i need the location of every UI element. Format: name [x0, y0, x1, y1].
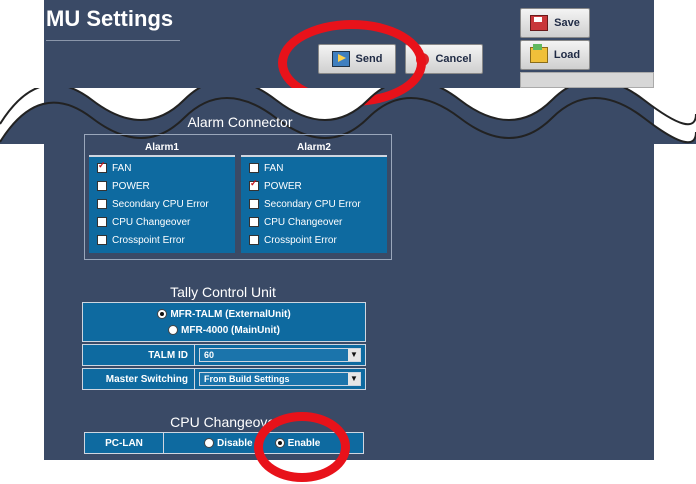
alarm2-list: FAN POWER Secondary CPU Error CPU Changeove… [241, 157, 387, 253]
master-switching-row: Master Switching From Build Settings ▼ [82, 368, 366, 390]
talm-id-select[interactable]: 60 ▼ [199, 348, 361, 362]
title-underline [46, 40, 180, 41]
tally-unit-radio-group: MFR-TALM (ExternalUnit) MFR-4000 (MainUn… [82, 302, 366, 342]
checkbox[interactable] [249, 217, 259, 227]
pc-lan-label: PC-LAN [85, 433, 164, 453]
talm-id-value: 60 [204, 350, 215, 360]
checkbox[interactable] [249, 199, 259, 209]
radio-option-mfr-talm[interactable]: MFR-TALM (ExternalUnit) [157, 306, 291, 322]
radio-option-disable[interactable]: Disable [204, 435, 253, 451]
alarm2-item[interactable]: FAN [241, 159, 387, 177]
alarm1-item[interactable]: POWER [89, 177, 235, 195]
checkbox-label: FAN [264, 162, 284, 174]
checkbox-label: Crosspoint Error [264, 234, 337, 246]
alarm1-header: Alarm1 [89, 141, 235, 157]
master-switching-label: Master Switching [83, 369, 195, 389]
alarm1-item[interactable]: FAN [89, 159, 235, 177]
checkbox-label: CPU Changeover [112, 216, 191, 228]
status-bar [520, 72, 654, 88]
alarm1-item[interactable]: Secondary CPU Error [89, 195, 235, 213]
alarm2-item[interactable]: CPU Changeover [241, 213, 387, 231]
radio-label: MFR-TALM (ExternalUnit) [170, 308, 291, 320]
save-button-label: Save [554, 17, 580, 29]
tally-control-title: Tally Control Unit [170, 284, 276, 300]
checkbox[interactable] [249, 235, 259, 245]
highlight-ring-enable [254, 412, 350, 482]
alarm2-item[interactable]: Secondary CPU Error [241, 195, 387, 213]
checkbox[interactable] [97, 217, 107, 227]
radio-button[interactable] [157, 309, 168, 319]
radio-button[interactable] [204, 438, 214, 448]
page-title: MU Settings [46, 6, 174, 31]
checkbox[interactable] [97, 181, 107, 191]
alarm-connector-group: Alarm1 FAN POWER Secondary CPU Error CPU Ch… [84, 134, 392, 260]
checkbox-label: Secondary CPU Error [112, 198, 209, 210]
alarm2-item[interactable]: Crosspoint Error [241, 231, 387, 249]
checkbox-label: Secondary CPU Error [264, 198, 361, 210]
talm-id-row: TALM ID 60 ▼ [82, 344, 366, 366]
checkbox[interactable] [97, 235, 107, 245]
talm-id-cell: 60 ▼ [195, 345, 365, 365]
alarm2-header: Alarm2 [241, 141, 387, 157]
radio-label: Disable [217, 437, 253, 449]
cancel-button-label: Cancel [435, 53, 472, 65]
talm-id-label: TALM ID [83, 345, 195, 365]
tally-control-table: MFR-TALM (ExternalUnit) MFR-4000 (MainUn… [82, 302, 366, 392]
radio-button[interactable] [168, 325, 179, 335]
folder-icon [529, 44, 548, 63]
alarm1-item[interactable]: Crosspoint Error [89, 231, 235, 249]
chevron-down-icon[interactable]: ▼ [348, 349, 360, 361]
radio-option-mfr-4000[interactable]: MFR-4000 (MainUnit) [168, 322, 280, 338]
save-button[interactable]: Save [520, 8, 590, 38]
chevron-down-icon[interactable]: ▼ [348, 373, 360, 385]
checkbox-label: Crosspoint Error [112, 234, 185, 246]
alarm2-item[interactable]: POWER [241, 177, 387, 195]
alarm2-column: Alarm2 FAN POWER Secondary CPU Error CPU Ch… [241, 141, 387, 253]
checkbox-label: FAN [112, 162, 132, 174]
load-button[interactable]: Load [520, 40, 590, 70]
save-icon [530, 15, 549, 31]
master-switching-select[interactable]: From Build Settings ▼ [199, 372, 361, 386]
alarm1-item[interactable]: CPU Changeover [89, 213, 235, 231]
master-switching-cell: From Build Settings ▼ [195, 369, 365, 389]
checkbox-label: POWER [264, 180, 302, 192]
checkbox-label: POWER [112, 180, 150, 192]
alarm1-column: Alarm1 FAN POWER Secondary CPU Error CPU Ch… [89, 141, 235, 253]
alarm-connector-title: Alarm Connector [187, 114, 293, 130]
master-switching-value: From Build Settings [204, 374, 290, 384]
alarm1-list: FAN POWER Secondary CPU Error CPU Changeove… [89, 157, 235, 253]
load-button-label: Load [553, 49, 581, 61]
checkbox[interactable] [249, 163, 259, 173]
checkbox[interactable] [97, 199, 107, 209]
checkbox-label: CPU Changeover [264, 216, 343, 228]
checkbox[interactable] [97, 160, 107, 173]
radio-label: MFR-4000 (MainUnit) [181, 324, 280, 336]
checkbox[interactable] [249, 178, 259, 191]
